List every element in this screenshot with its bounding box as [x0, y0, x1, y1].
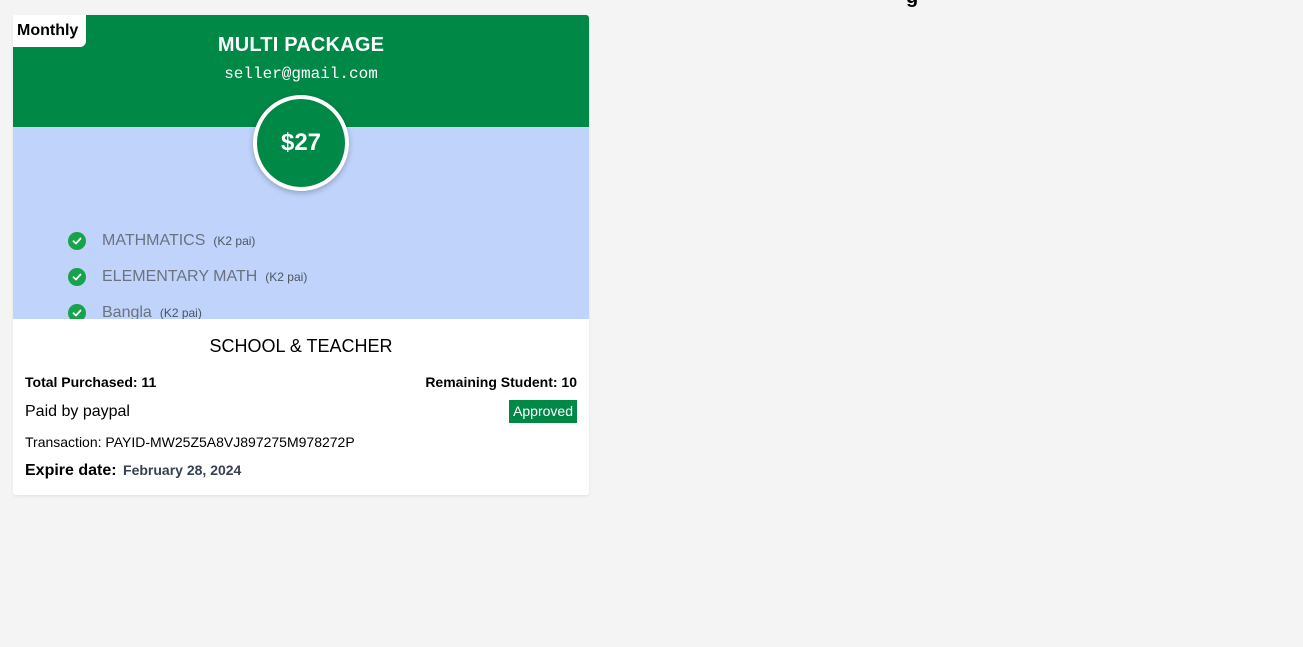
- check-circle-icon: [68, 268, 86, 286]
- feature-note: (K2 pai): [265, 270, 308, 284]
- feature-list: MATHMATICS (K2 pai) ELEMENTARY MATH (K2 …: [68, 223, 307, 331]
- feature-name: ELEMENTARY MATH: [102, 268, 258, 285]
- feature-note: (K2 pai): [213, 234, 256, 248]
- expire-label: Expire date:: [25, 462, 117, 479]
- total-purchased: Total Purchased: 11: [25, 374, 157, 390]
- remaining-students: Remaining Student: 10: [425, 374, 577, 390]
- feature-note: (K2 pai): [159, 306, 202, 320]
- price-circle: $27: [253, 95, 349, 191]
- seller-email: seller@gmail.com: [224, 65, 378, 83]
- feature-item: MATHMATICS (K2 pai): [68, 223, 307, 259]
- transaction-id: Transaction: PAYID-MW25Z5A8VJ897275M9782…: [25, 434, 355, 450]
- feature-name: MATHMATICS: [102, 232, 206, 249]
- expire-date: February 28, 2024: [123, 462, 242, 478]
- package-details: SCHOOL & TEACHER Total Purchased: 11 Rem…: [13, 319, 589, 495]
- status-badge: Approved: [509, 400, 577, 423]
- check-circle-icon: [68, 232, 86, 250]
- package-title: MULTI PACKAGE: [217, 34, 385, 56]
- package-card[interactable]: Monthly MULTI PACKAGE seller@gmail.com M…: [13, 15, 589, 495]
- expire-row: Expire date: February 28, 2024: [25, 462, 241, 480]
- feature-item: ELEMENTARY MATH (K2 pai): [68, 259, 307, 295]
- package-category: SCHOOL & TEACHER: [209, 336, 393, 356]
- page-heading-fragment: g: [906, 0, 918, 9]
- payment-method: Paid by paypal: [25, 403, 130, 420]
